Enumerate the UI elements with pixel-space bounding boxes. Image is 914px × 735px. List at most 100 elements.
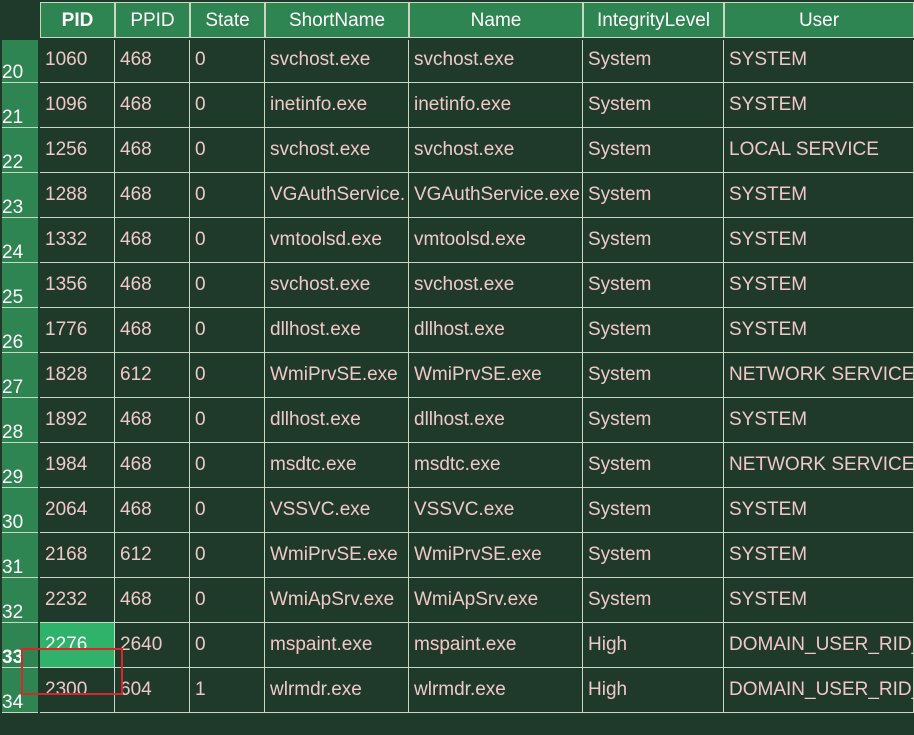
table-row[interactable]: 20 1060 468 0 svchost.exe svchost.exe System SY… bbox=[0, 38, 914, 83]
row-header[interactable]: 27 bbox=[2, 353, 38, 398]
cell-state[interactable]: 0 bbox=[190, 263, 265, 308]
cell-user[interactable]: LOCAL SERVICE bbox=[724, 128, 914, 173]
cell-shortname[interactable]: WmiPrvSE.exe bbox=[265, 533, 409, 578]
row-header[interactable]: 31 bbox=[2, 533, 38, 578]
cell-pid[interactable]: 1288 bbox=[40, 173, 115, 218]
cell-name[interactable]: svchost.exe bbox=[409, 38, 583, 83]
cell-shortname[interactable]: VSSVC.exe bbox=[265, 488, 409, 533]
cell-state[interactable]: 0 bbox=[190, 38, 265, 83]
cell-pid[interactable]: 1096 bbox=[40, 83, 115, 128]
table-row[interactable]: 25 1356 468 0 svchost.exe svchost.exe System SY… bbox=[0, 263, 914, 308]
header-col-shortname[interactable]: ShortName bbox=[265, 2, 409, 38]
header-corner[interactable] bbox=[0, 0, 40, 40]
table-row[interactable]: 23 1288 468 0 VGAuthService. VGAuthService.ex… bbox=[0, 173, 914, 218]
cell-ppid[interactable]: 468 bbox=[115, 128, 190, 173]
cell-name[interactable]: msdtc.exe bbox=[409, 443, 583, 488]
cell-pid[interactable]: 2232 bbox=[40, 578, 115, 623]
cell-integritylevel[interactable]: System bbox=[583, 218, 724, 263]
cell-pid[interactable]: 1984 bbox=[40, 443, 115, 488]
cell-integritylevel[interactable]: System bbox=[583, 353, 724, 398]
cell-state[interactable]: 0 bbox=[190, 533, 265, 578]
cell-user[interactable]: SYSTEM bbox=[724, 173, 914, 218]
cell-ppid[interactable]: 468 bbox=[115, 398, 190, 443]
cell-user[interactable]: NETWORK SERVICE bbox=[724, 353, 914, 398]
cell-user[interactable]: SYSTEM bbox=[724, 308, 914, 353]
cell-pid[interactable]: 1356 bbox=[40, 263, 115, 308]
table-row[interactable]: 28 1892 468 0 dllhost.exe dllhost.exe System SY… bbox=[0, 398, 914, 443]
row-header[interactable]: 32 bbox=[2, 578, 38, 623]
header-col-name[interactable]: Name bbox=[409, 2, 583, 38]
cell-integritylevel[interactable]: High bbox=[583, 623, 724, 668]
cell-name[interactable]: dllhost.exe bbox=[409, 308, 583, 353]
cell-ppid[interactable]: 468 bbox=[115, 263, 190, 308]
table-row[interactable]: 22 1256 468 0 svchost.exe svchost.exe System LO… bbox=[0, 128, 914, 173]
cell-name[interactable]: vmtoolsd.exe bbox=[409, 218, 583, 263]
cell-state[interactable]: 0 bbox=[190, 623, 265, 668]
row-header[interactable]: 30 bbox=[2, 488, 38, 533]
cell-user[interactable]: SYSTEM bbox=[724, 263, 914, 308]
cell-name[interactable]: mspaint.exe bbox=[409, 623, 583, 668]
cell-integritylevel[interactable]: System bbox=[583, 578, 724, 623]
cell-integritylevel[interactable]: System bbox=[583, 173, 724, 218]
cell-name[interactable]: WmiPrvSE.exe bbox=[409, 353, 583, 398]
cell-ppid[interactable]: 468 bbox=[115, 488, 190, 533]
cell-shortname[interactable]: inetinfo.exe bbox=[265, 83, 409, 128]
cell-user[interactable]: SYSTEM bbox=[724, 398, 914, 443]
row-header[interactable]: 33 bbox=[2, 623, 38, 668]
row-header[interactable]: 21 bbox=[2, 83, 38, 128]
cell-state[interactable]: 0 bbox=[190, 398, 265, 443]
cell-ppid[interactable]: 468 bbox=[115, 578, 190, 623]
cell-state[interactable]: 0 bbox=[190, 353, 265, 398]
cell-pid[interactable]: 2064 bbox=[40, 488, 115, 533]
cell-shortname[interactable]: svchost.exe bbox=[265, 128, 409, 173]
cell-integritylevel[interactable]: System bbox=[583, 83, 724, 128]
table-row[interactable]: 34 2300 604 1 wlrmdr.exe wlrmdr.exe High DOMAIN… bbox=[0, 668, 914, 713]
cell-integritylevel[interactable]: System bbox=[583, 488, 724, 533]
cell-integritylevel[interactable]: System bbox=[583, 398, 724, 443]
cell-integritylevel[interactable]: High bbox=[583, 668, 724, 713]
row-header[interactable]: 26 bbox=[2, 308, 38, 353]
cell-user[interactable]: SYSTEM bbox=[724, 83, 914, 128]
cell-shortname[interactable]: mspaint.exe bbox=[265, 623, 409, 668]
cell-user[interactable]: SYSTEM bbox=[724, 533, 914, 578]
table-row[interactable]: 31 2168 612 0 WmiPrvSE.exe WmiPrvSE.exe System… bbox=[0, 533, 914, 578]
cell-ppid[interactable]: 604 bbox=[115, 668, 190, 713]
cell-name[interactable]: WmiPrvSE.exe bbox=[409, 533, 583, 578]
cell-shortname[interactable]: svchost.exe bbox=[265, 38, 409, 83]
cell-pid[interactable]: 1332 bbox=[40, 218, 115, 263]
cell-integritylevel[interactable]: System bbox=[583, 128, 724, 173]
cell-pid[interactable]: 2168 bbox=[40, 533, 115, 578]
cell-integritylevel[interactable]: System bbox=[583, 263, 724, 308]
cell-ppid[interactable]: 468 bbox=[115, 443, 190, 488]
cell-ppid[interactable]: 612 bbox=[115, 533, 190, 578]
cell-state[interactable]: 0 bbox=[190, 128, 265, 173]
cell-name[interactable]: VGAuthService.exe bbox=[409, 173, 583, 218]
row-header[interactable]: 29 bbox=[2, 443, 38, 488]
table-row[interactable]: 26 1776 468 0 dllhost.exe dllhost.exe System SY… bbox=[0, 308, 914, 353]
cell-name[interactable]: wlrmdr.exe bbox=[409, 668, 583, 713]
table-row[interactable]: 24 1332 468 0 vmtoolsd.exe vmtoolsd.exe System… bbox=[0, 218, 914, 263]
cell-shortname[interactable]: vmtoolsd.exe bbox=[265, 218, 409, 263]
cell-name[interactable]: dllhost.exe bbox=[409, 398, 583, 443]
cell-ppid[interactable]: 468 bbox=[115, 173, 190, 218]
cell-ppid[interactable]: 468 bbox=[115, 218, 190, 263]
cell-state[interactable]: 0 bbox=[190, 488, 265, 533]
row-header[interactable]: 28 bbox=[2, 398, 38, 443]
cell-user[interactable]: DOMAIN_USER_RID_ bbox=[724, 668, 914, 713]
cell-state[interactable]: 0 bbox=[190, 83, 265, 128]
cell-pid[interactable]: 2300 bbox=[40, 668, 115, 713]
table-row[interactable]: 33 2276 2640 0 mspaint.exe mspaint.exe High DOM… bbox=[0, 623, 914, 668]
header-col-integritylevel[interactable]: IntegrityLevel bbox=[583, 2, 724, 38]
cell-ppid[interactable]: 468 bbox=[115, 38, 190, 83]
table-row[interactable]: 21 1096 468 0 inetinfo.exe inetinfo.exe System… bbox=[0, 83, 914, 128]
table-row[interactable]: 32 2232 468 0 WmiApSrv.exe WmiApSrv.exe System… bbox=[0, 578, 914, 623]
cell-state[interactable]: 0 bbox=[190, 443, 265, 488]
cell-name[interactable]: svchost.exe bbox=[409, 263, 583, 308]
table-row[interactable]: 29 1984 468 0 msdtc.exe msdtc.exe System NETWOR… bbox=[0, 443, 914, 488]
cell-shortname[interactable]: dllhost.exe bbox=[265, 398, 409, 443]
row-header[interactable]: 24 bbox=[2, 218, 38, 263]
cell-shortname[interactable]: wlrmdr.exe bbox=[265, 668, 409, 713]
cell-shortname[interactable]: WmiPrvSE.exe bbox=[265, 353, 409, 398]
cell-ppid[interactable]: 2640 bbox=[115, 623, 190, 668]
cell-shortname[interactable]: dllhost.exe bbox=[265, 308, 409, 353]
